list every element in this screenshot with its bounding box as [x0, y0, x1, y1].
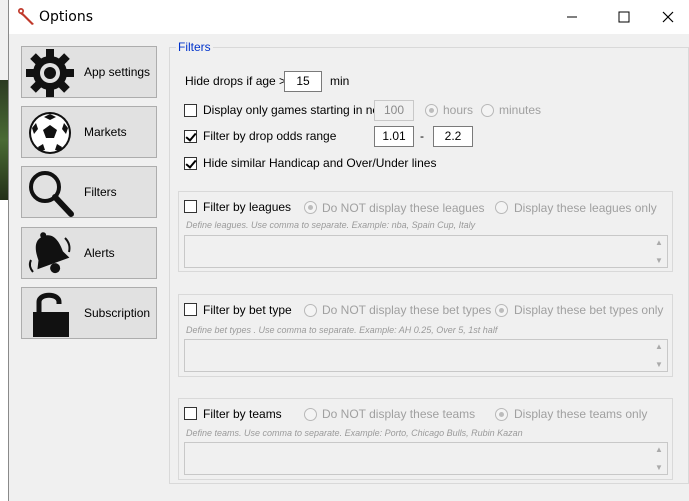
minutes-radio[interactable]	[481, 104, 494, 117]
lock-icon	[33, 292, 69, 337]
nav-label: Filters	[84, 185, 117, 199]
window-content: App settings Markets Filters Alerts Subs…	[9, 34, 689, 501]
display-only-games-label: Display only games starting in next	[203, 103, 389, 117]
leagues-do-not-display-radio[interactable]	[304, 201, 317, 214]
scrollbar[interactable]: ▲ ▼	[653, 238, 665, 265]
teams-do-not-display-radio[interactable]	[304, 408, 317, 421]
scroll-up-icon: ▲	[655, 238, 663, 247]
filters-group-title: Filters	[176, 40, 213, 54]
bet-type-display-only-radio[interactable]	[495, 304, 508, 317]
nav-label: App settings	[84, 65, 151, 79]
teams-do-not-display-label: Do NOT display these teams	[322, 407, 476, 421]
leagues-display-only-label: Display these leagues only	[514, 201, 657, 215]
wrench-icon	[18, 8, 34, 25]
nav-markets-button[interactable]: Markets	[21, 106, 157, 158]
hours-radio[interactable]	[425, 104, 438, 117]
teams-hint: Define teams. Use comma to separate. Exa…	[186, 428, 523, 438]
drop-odds-min-input[interactable]: 1.01	[374, 126, 414, 147]
minimize-icon	[567, 16, 577, 18]
nav-label: Alerts	[84, 246, 115, 260]
drop-odds-separator: -	[420, 129, 424, 143]
teams-display-only-label: Display these teams only	[514, 407, 648, 421]
scroll-down-icon: ▼	[655, 360, 663, 369]
nav-app-settings-button[interactable]: App settings	[21, 46, 157, 98]
filter-by-teams-checkbox[interactable]	[184, 407, 197, 420]
teams-display-only-radio[interactable]	[495, 408, 508, 421]
hide-drops-label: Hide drops if age >	[185, 74, 287, 88]
filter-by-leagues-label: Filter by leagues	[203, 200, 292, 214]
leagues-display-only-radio[interactable]	[495, 201, 508, 214]
scroll-down-icon: ▼	[655, 256, 663, 265]
display-only-games-checkbox[interactable]	[184, 104, 197, 117]
hide-similar-lines-checkbox[interactable]	[184, 157, 197, 170]
scroll-up-icon: ▲	[655, 342, 663, 351]
nav-alerts-button[interactable]: Alerts	[21, 227, 157, 279]
bet-type-do-not-display-radio[interactable]	[304, 304, 317, 317]
nav-subscription-button[interactable]: Subscription	[21, 287, 157, 339]
scrollbar[interactable]: ▲ ▼	[653, 342, 665, 369]
hours-label: hours	[443, 103, 474, 117]
title-bar: Options	[9, 0, 689, 34]
drop-odds-checkbox[interactable]	[184, 130, 197, 143]
filter-by-bet-type-checkbox[interactable]	[184, 303, 197, 316]
hide-drops-unit: min	[330, 74, 350, 88]
maximize-button[interactable]	[601, 0, 647, 34]
bet-type-display-only-label: Display these bet types only	[514, 303, 664, 317]
search-icon	[29, 171, 74, 217]
soccer-ball-icon	[29, 112, 71, 154]
minutes-label: minutes	[499, 103, 542, 117]
filter-by-teams-label: Filter by teams	[203, 407, 282, 421]
hide-similar-lines-label: Hide similar Handicap and Over/Under lin…	[203, 156, 437, 170]
games-starting-input[interactable]: 100	[374, 100, 414, 121]
drop-odds-max-input[interactable]: 2.2	[433, 126, 473, 147]
hide-drops-age-input[interactable]: 15	[284, 71, 322, 92]
drop-odds-label: Filter by drop odds range	[203, 129, 337, 143]
scroll-down-icon: ▼	[655, 463, 663, 472]
bet-type-hint: Define bet types . Use comma to separate…	[186, 325, 498, 335]
teams-textarea[interactable]: ▲ ▼	[184, 442, 668, 475]
bet-type-do-not-display-label: Do NOT display these bet types	[322, 303, 492, 317]
maximize-icon	[618, 11, 630, 23]
bell-icon	[28, 232, 71, 274]
nav-label: Subscription	[84, 306, 151, 320]
nav-filters-button[interactable]: Filters	[21, 166, 157, 218]
nav-label: Markets	[84, 125, 127, 139]
scroll-up-icon: ▲	[655, 445, 663, 454]
close-button[interactable]	[645, 0, 689, 34]
window-title: Options	[39, 9, 94, 25]
scrollbar[interactable]: ▲ ▼	[653, 445, 665, 472]
filter-by-leagues-checkbox[interactable]	[184, 200, 197, 213]
bet-type-textarea[interactable]: ▲ ▼	[184, 339, 668, 372]
leagues-hint: Define leagues. Use comma to separate. E…	[186, 220, 476, 230]
background-window-edge	[0, 0, 8, 501]
gear-icon	[26, 49, 74, 97]
minimize-button[interactable]	[549, 0, 595, 34]
close-icon	[662, 11, 674, 23]
leagues-textarea[interactable]: ▲ ▼	[184, 235, 668, 268]
filter-by-bet-type-label: Filter by bet type	[203, 303, 292, 317]
leagues-do-not-display-label: Do NOT display these leagues	[322, 201, 485, 215]
options-window: Options App settings Markets Filters Ale…	[8, 0, 689, 501]
